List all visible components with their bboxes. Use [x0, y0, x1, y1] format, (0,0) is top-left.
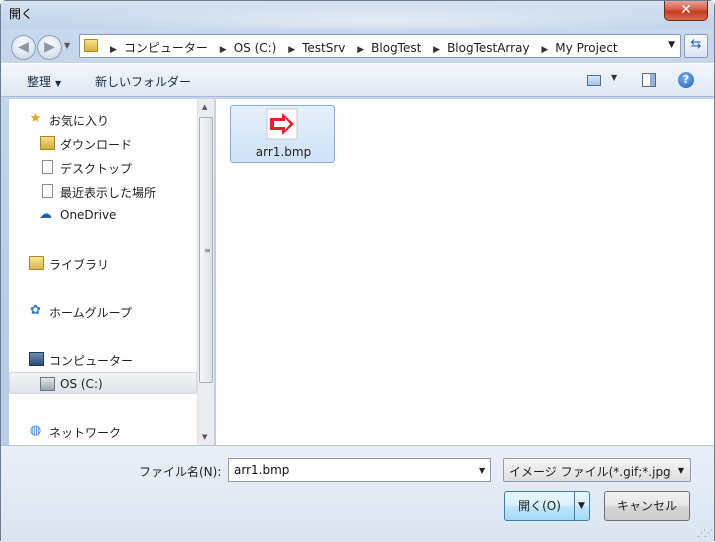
breadcrumb-item[interactable]: BlogTestArray	[447, 41, 529, 55]
filetype-select[interactable]: イメージ ファイル(*.gif;*.jpg ▼	[503, 458, 691, 482]
nav-item-computer[interactable]: コンピューター	[9, 348, 197, 370]
breadcrumb-item[interactable]: OS (C:)	[234, 41, 277, 55]
new-folder-button[interactable]: 新しいフォルダー	[95, 73, 191, 90]
chevron-down-icon: ▼	[677, 466, 684, 475]
file-item[interactable]: arr1.bmp	[230, 105, 335, 163]
back-button[interactable]: ◀	[11, 35, 36, 60]
nav-item-downloads[interactable]: ダウンロード	[9, 132, 197, 154]
chevron-down-icon: ▼	[611, 73, 618, 82]
onedrive-cloud-icon: ☁	[39, 207, 52, 222]
open-options-button[interactable]: ▼	[574, 492, 590, 520]
breadcrumb-item[interactable]: My Project	[555, 41, 617, 55]
breadcrumb-item[interactable]: コンピューター	[124, 41, 208, 55]
help-icon[interactable]: ?	[678, 72, 694, 88]
address-row: ◀ ▶ ▼ ▶ コンピューター ▶ OS (C:) ▶ TestSrv ▶ BlogTe…	[1, 29, 714, 63]
grip-icon: ≡	[204, 246, 211, 255]
resize-grip-icon[interactable]: ⋰⋰	[697, 529, 713, 539]
nav-item-libraries[interactable]: ライブラリ	[9, 252, 197, 274]
cancel-button[interactable]: キャンセル	[604, 491, 690, 521]
address-bar[interactable]: ▶ コンピューター ▶ OS (C:) ▶ TestSrv ▶ BlogTest ▶ Bl…	[79, 34, 681, 58]
organize-label: 整理	[27, 75, 52, 89]
downloads-folder-icon	[40, 136, 55, 150]
refresh-button[interactable]: ⇆	[684, 34, 708, 58]
file-list[interactable]: arr1.bmp	[216, 99, 714, 445]
breadcrumb-item[interactable]: BlogTest	[371, 41, 421, 55]
open-file-dialog: 開く ✕ ◀ ▶ ▼ ▶ コンピューター ▶ OS (C:) ▶ TestSrv ▶ B…	[0, 0, 715, 542]
desktop-document-icon	[42, 160, 53, 174]
view-icon	[587, 75, 601, 86]
forward-button[interactable]: ▶	[37, 35, 62, 60]
filename-input[interactable]	[228, 458, 491, 482]
drive-icon	[40, 377, 55, 391]
organize-menu[interactable]: 整理 ▼	[27, 73, 61, 90]
nav-item-favorites[interactable]: ★ お気に入り	[9, 108, 197, 130]
nav-item-recent-places[interactable]: 最近表示した場所	[9, 180, 197, 202]
star-icon: ★	[29, 111, 42, 126]
bmp-thumbnail-icon	[266, 108, 298, 140]
nav-item-label: OS (C:)	[60, 377, 103, 391]
breadcrumb-chevron-icon[interactable]: ▶	[220, 45, 227, 55]
breadcrumb-chevron-icon[interactable]: ▶	[288, 45, 295, 55]
filename-label: ファイル名(N):	[139, 465, 222, 479]
library-icon	[29, 256, 44, 270]
chevron-down-icon: ▼	[578, 501, 585, 511]
command-bar: 整理 ▼ 新しいフォルダー ▼ ?	[1, 63, 714, 97]
open-button[interactable]: 開く(O) ▼	[504, 491, 590, 521]
filename-history-chevron-icon[interactable]: ▼	[479, 466, 485, 475]
nav-item-label: ネットワーク	[49, 426, 122, 440]
homegroup-icon: ✿	[30, 303, 41, 318]
back-arrow-icon: ◀	[18, 39, 29, 55]
navigation-pane: ★ お気に入り ダウンロード デスクトップ 最近表示した場所 ☁ OneDriv…	[9, 99, 197, 445]
breadcrumb-chevron-icon[interactable]: ▶	[433, 45, 440, 55]
refresh-icon: ⇆	[690, 37, 702, 52]
forward-arrow-icon: ▶	[44, 39, 55, 55]
open-button-label: 開く(O)	[518, 499, 561, 513]
breadcrumb-chevron-icon[interactable]: ▶	[110, 45, 117, 55]
change-view-button[interactable]: ▼	[587, 73, 621, 89]
preview-pane-icon[interactable]	[642, 73, 656, 87]
nav-item-label: ホームグループ	[49, 306, 132, 320]
file-name: arr1.bmp	[255, 145, 312, 159]
nav-item-label: コンピューター	[49, 354, 134, 368]
nav-item-desktop[interactable]: デスクトップ	[9, 156, 197, 178]
network-globe-icon: ◍	[29, 423, 42, 438]
address-dropdown-chevron-icon[interactable]: ▼	[668, 40, 675, 50]
recent-places-icon	[42, 184, 53, 198]
nav-item-os-drive[interactable]: OS (C:)	[9, 372, 197, 394]
title-bar[interactable]: 開く ✕	[1, 1, 714, 29]
filetype-value: イメージ ファイル(*.gif;*.jpg	[509, 465, 671, 479]
scroll-up-icon[interactable]: ▲	[202, 103, 207, 111]
breadcrumb-chevron-icon[interactable]: ▶	[541, 45, 548, 55]
nav-scrollbar[interactable]: ▲ ≡ ▼	[197, 99, 214, 445]
nav-item-label: 最近表示した場所	[60, 186, 157, 200]
breadcrumb-item[interactable]: TestSrv	[302, 41, 345, 55]
nav-item-label: OneDrive	[60, 208, 117, 222]
nav-item-label: ライブラリ	[49, 258, 110, 272]
bottom-panel: ファイル名(N): ▼ イメージ ファイル(*.gif;*.jpg ▼ 開く(O…	[1, 445, 714, 542]
scroll-down-icon[interactable]: ▼	[202, 433, 207, 441]
nav-item-label: お気に入り	[49, 114, 110, 128]
recent-pages-chevron-icon[interactable]: ▼	[64, 41, 70, 50]
breadcrumb: ▶ コンピューター ▶ OS (C:) ▶ TestSrv ▶ BlogTest ▶ Bl…	[102, 39, 618, 56]
nav-item-network[interactable]: ◍ ネットワーク	[9, 420, 197, 442]
chevron-down-icon: ▼	[55, 79, 62, 88]
nav-item-homegroup[interactable]: ✿ ホームグループ	[9, 300, 197, 322]
scrollbar-thumb[interactable]: ≡	[199, 117, 213, 383]
computer-icon	[29, 352, 44, 366]
breadcrumb-chevron-icon[interactable]: ▶	[357, 45, 364, 55]
close-button[interactable]: ✕	[664, 1, 708, 21]
nav-item-label: デスクトップ	[60, 162, 133, 176]
nav-item-onedrive[interactable]: ☁ OneDrive	[9, 204, 197, 226]
folder-icon	[84, 39, 98, 52]
window-title: 開く	[9, 7, 34, 21]
nav-item-label: ダウンロード	[60, 138, 133, 152]
